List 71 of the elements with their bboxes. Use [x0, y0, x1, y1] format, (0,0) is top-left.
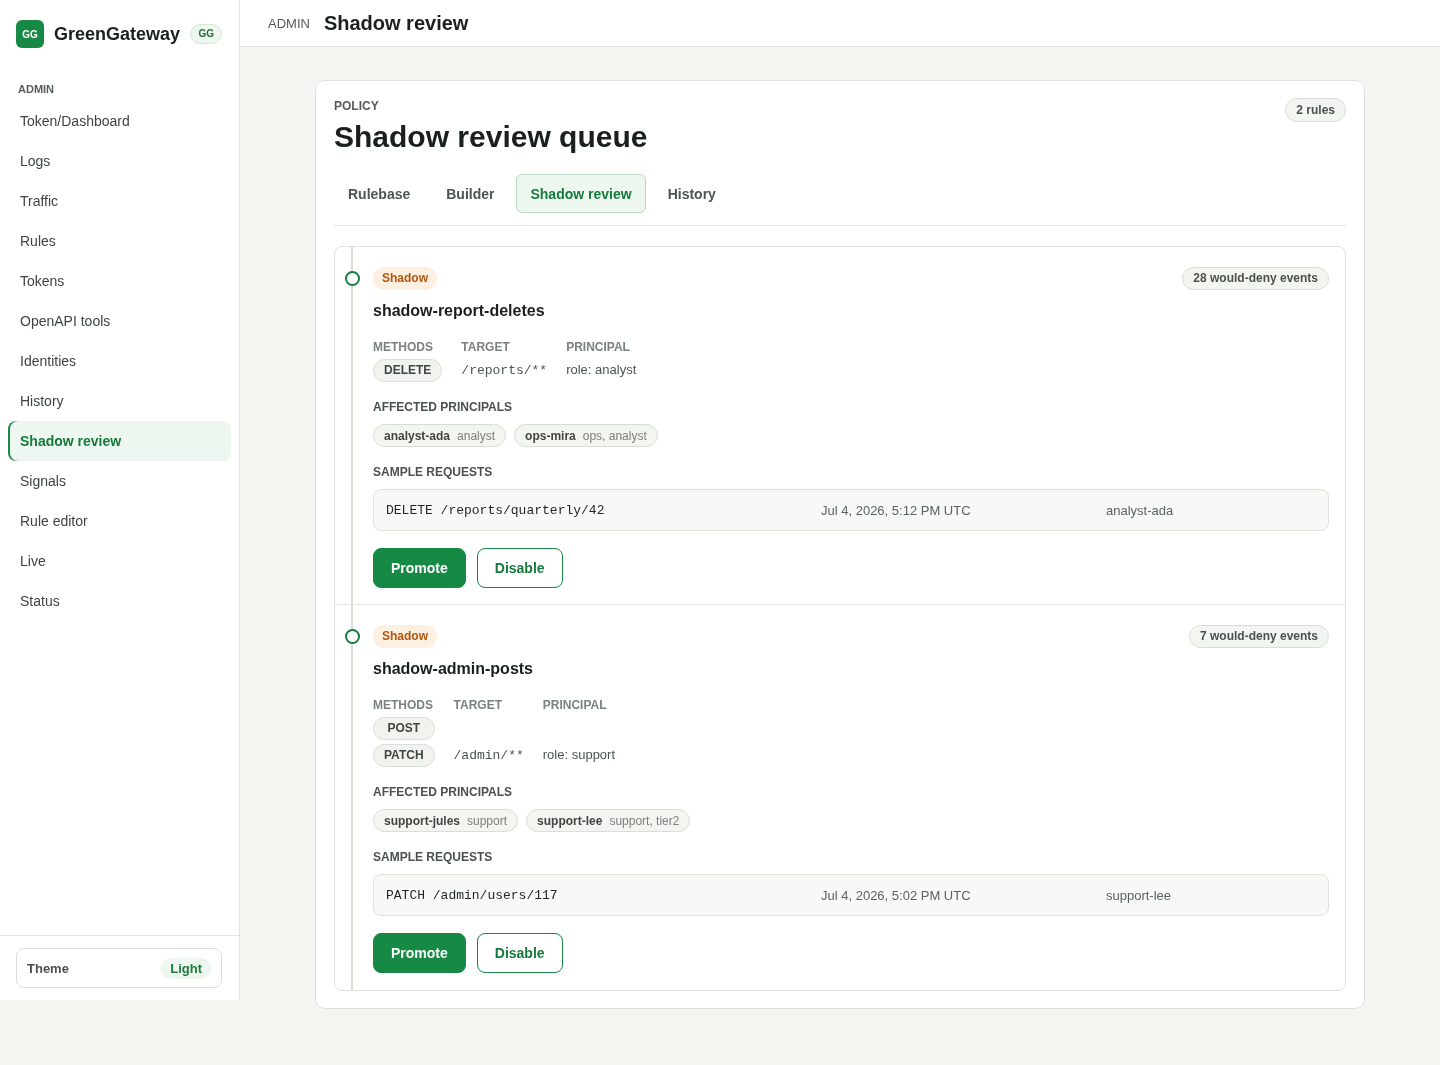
- section-label: SAMPLE REQUESTS: [373, 464, 494, 480]
- request-principal: analyst-ada: [1106, 502, 1175, 518]
- section-label: AFFECTED PRINCIPALS: [373, 784, 514, 800]
- field-label: METHODS: [373, 697, 434, 713]
- request-line: DELETE /reports/quarterly/42: [386, 502, 606, 518]
- sidebar-item[interactable]: Tokens: [8, 261, 231, 301]
- disable-button[interactable]: Disable: [476, 933, 563, 973]
- sidebar-item[interactable]: Live: [8, 541, 231, 581]
- request-time: Jul 4, 2026, 5:02 PM UTC: [821, 887, 972, 903]
- field-label: TARGET: [461, 339, 511, 355]
- sidebar-item[interactable]: Status: [8, 581, 231, 621]
- tab[interactable]: Builder: [432, 174, 509, 213]
- target-path: /admin/**: [453, 748, 524, 763]
- sidebar-item[interactable]: Identities: [8, 341, 231, 381]
- request-time: Jul 4, 2026, 5:12 PM UTC: [821, 502, 972, 518]
- tab[interactable]: Shadow review: [516, 174, 646, 213]
- method-badge: DELETE: [373, 359, 443, 382]
- disable-button[interactable]: Disable: [476, 548, 563, 588]
- sidebar-item[interactable]: Logs: [8, 141, 231, 181]
- breadcrumb-section: ADMIN: [268, 15, 310, 31]
- ring-icon: [345, 271, 360, 286]
- principal-roles: ops, analyst: [582, 428, 647, 443]
- sidebar-item[interactable]: OpenAPI tools: [8, 301, 231, 341]
- sidebar-item[interactable]: Token/Dashboard: [8, 101, 231, 141]
- theme-value: Light: [161, 957, 211, 979]
- theme-toggle[interactable]: Theme Light: [16, 948, 222, 988]
- event-count: 7 would-deny events: [1188, 625, 1329, 648]
- sidebar-item[interactable]: History: [8, 381, 231, 421]
- principal-value: role: analyst: [566, 362, 637, 377]
- principal-name: ops-mira: [525, 428, 576, 443]
- sidebar-item[interactable]: Signals: [8, 461, 231, 501]
- principal-roles: support, tier2: [609, 813, 680, 828]
- tab[interactable]: History: [653, 174, 730, 213]
- brand-badge: GG: [190, 24, 222, 44]
- principal-name: analyst-ada: [384, 428, 451, 443]
- field-label: TARGET: [453, 697, 503, 713]
- eyebrow-label: POLICY: [334, 99, 380, 113]
- principal-roles: support: [467, 813, 508, 828]
- principal-name: support-jules: [384, 813, 460, 828]
- ring-icon: [345, 629, 360, 644]
- sidebar-item[interactable]: Rules: [8, 221, 231, 261]
- principal-value: role: support: [542, 747, 616, 762]
- method-badge: PATCH: [373, 744, 435, 767]
- method-badge: POST: [373, 717, 435, 740]
- brand-name: GreenGateway: [54, 23, 181, 45]
- rule-count: 2 rules: [1285, 98, 1346, 122]
- field-label: PRINCIPAL: [542, 697, 608, 713]
- target-path: /reports/**: [461, 363, 548, 378]
- principal-roles: analyst: [457, 428, 496, 443]
- status-badge: Shadow: [373, 625, 437, 648]
- sidebar-item[interactable]: Rule editor: [8, 501, 231, 541]
- principal-name: support-lee: [537, 813, 603, 828]
- promote-button[interactable]: Promote: [373, 548, 466, 588]
- promote-button[interactable]: Promote: [373, 933, 466, 973]
- rule-name: shadow-admin-posts: [373, 659, 534, 679]
- tab[interactable]: Rulebase: [334, 174, 425, 213]
- field-label: METHODS: [373, 339, 434, 355]
- event-count: 28 would-deny events: [1182, 267, 1329, 290]
- sidebar-item[interactable]: Traffic: [8, 181, 231, 221]
- sidebar-section-label: ADMIN: [17, 83, 56, 95]
- status-badge: Shadow: [373, 267, 437, 290]
- request-principal: support-lee: [1106, 887, 1173, 903]
- field-label: PRINCIPAL: [566, 339, 631, 355]
- request-line: PATCH /admin/users/117: [386, 887, 559, 903]
- sidebar-item[interactable]: Shadow review: [8, 421, 231, 461]
- page-title: Shadow review: [323, 11, 469, 35]
- logo-mark: GG: [16, 20, 44, 48]
- rule-name: shadow-report-deletes: [373, 301, 546, 321]
- section-label: AFFECTED PRINCIPALS: [373, 399, 514, 415]
- panel-title: Shadow review queue: [334, 119, 648, 155]
- section-label: SAMPLE REQUESTS: [373, 849, 494, 865]
